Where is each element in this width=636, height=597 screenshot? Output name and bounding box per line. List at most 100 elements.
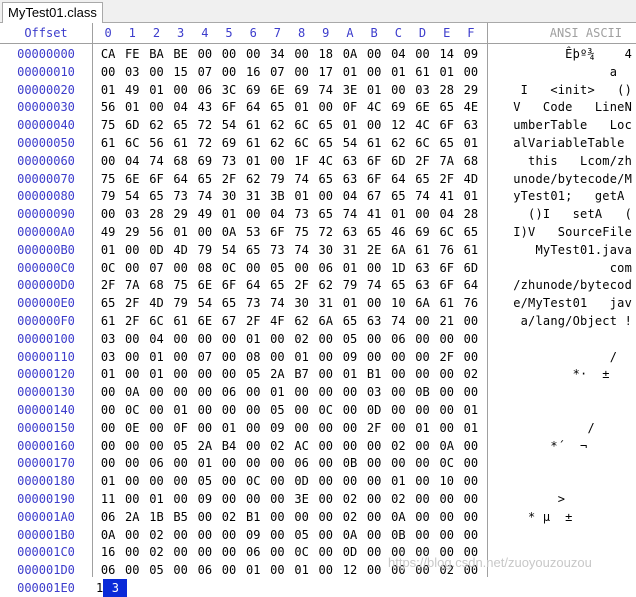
hex-byte[interactable]: 0D	[290, 472, 314, 490]
hex-byte[interactable]: 01	[217, 419, 241, 437]
hex-byte[interactable]: 00	[169, 365, 193, 383]
hex-byte[interactable]: 05	[144, 561, 168, 579]
hex-bytes[interactable]: 79 54 65 73 74 30 31 3B 01 00 04 67 65 74 41 01	[96, 187, 486, 205]
hex-byte[interactable]: 01	[144, 365, 168, 383]
hex-byte[interactable]: 00	[410, 330, 434, 348]
ansi-text[interactable]: com	[492, 259, 632, 277]
hex-byte[interactable]: 06	[290, 454, 314, 472]
hex-byte[interactable]: 2F	[217, 170, 241, 188]
hex-byte[interactable]: 3E	[290, 490, 314, 508]
hex-byte[interactable]: 04	[338, 187, 362, 205]
hex-byte[interactable]: 00	[120, 365, 144, 383]
hex-byte[interactable]: 00	[241, 383, 265, 401]
hex-byte[interactable]: 61	[169, 134, 193, 152]
hex-byte[interactable]: 01	[144, 348, 168, 366]
hex-byte[interactable]: 05	[265, 259, 289, 277]
hex-byte[interactable]: 79	[265, 170, 289, 188]
hex-byte[interactable]: 54	[193, 294, 217, 312]
hex-byte[interactable]: 00	[314, 383, 338, 401]
hex-byte[interactable]: 01	[290, 98, 314, 116]
hex-byte[interactable]: 00	[120, 259, 144, 277]
hex-byte[interactable]: 01	[241, 561, 265, 579]
hex-byte[interactable]: 73	[290, 205, 314, 223]
hex-byte[interactable]: 0B	[338, 454, 362, 472]
hex-byte[interactable]: 4D	[169, 241, 193, 259]
ansi-text[interactable]: a/lang/Object !	[492, 312, 632, 330]
hex-byte[interactable]: 00	[290, 383, 314, 401]
hex-byte[interactable]: 4D	[459, 170, 483, 188]
hex-byte[interactable]: 31	[338, 241, 362, 259]
ansi-text[interactable]: unode/bytecode/M	[492, 170, 632, 188]
hex-byte[interactable]: 2A	[120, 508, 144, 526]
hex-byte[interactable]: 00	[120, 561, 144, 579]
hex-byte[interactable]: 79	[169, 294, 193, 312]
ansi-text[interactable]: yTest01; getA	[492, 187, 632, 205]
hex-byte[interactable]: 00	[144, 401, 168, 419]
hex-byte[interactable]: 72	[314, 223, 338, 241]
hex-byte[interactable]: 10	[435, 472, 459, 490]
hex-byte[interactable]: 63	[410, 259, 434, 277]
hex-byte[interactable]: FE	[120, 45, 144, 63]
hex-byte[interactable]: 09	[265, 419, 289, 437]
hex-bytes[interactable]: 06 2A 1B B5 00 02 B1 00 00 00 02 00 0A 00 00 00	[96, 508, 486, 526]
hex-byte[interactable]: 29	[169, 205, 193, 223]
hex-byte[interactable]: 00	[265, 508, 289, 526]
hex-byte[interactable]: 79	[193, 241, 217, 259]
hex-byte[interactable]: 00	[265, 152, 289, 170]
hex-byte[interactable]: 03	[96, 348, 120, 366]
hex-byte[interactable]: 00	[169, 526, 193, 544]
hex-byte[interactable]: 00	[241, 490, 265, 508]
hex-byte[interactable]: 0D	[362, 401, 386, 419]
hex-byte[interactable]: 6C	[435, 223, 459, 241]
hex-byte[interactable]: 00	[459, 63, 483, 81]
hex-byte[interactable]: 10	[386, 294, 410, 312]
ansi-text[interactable]: * µ ±	[492, 508, 632, 526]
hex-byte[interactable]: 67	[217, 312, 241, 330]
hex-byte[interactable]: 01	[144, 490, 168, 508]
hex-byte[interactable]: 00	[120, 472, 144, 490]
hex-byte[interactable]: 00	[362, 259, 386, 277]
hex-bytes[interactable]: 01 49 01 00 06 3C 69 6E 69 74 3E 01 00 03 28 29	[96, 81, 486, 99]
hex-byte[interactable]: 63	[362, 312, 386, 330]
hex-byte[interactable]: 06	[193, 561, 217, 579]
hex-bytes[interactable]: CA FE BA BE 00 00 00 34 00 18 0A 00 04 00 14 09	[96, 45, 486, 63]
hex-byte[interactable]: 00	[314, 543, 338, 561]
hex-byte[interactable]: 08	[193, 259, 217, 277]
hex-byte[interactable]: 00	[169, 543, 193, 561]
hex-byte[interactable]: 65	[386, 276, 410, 294]
hex-byte[interactable]: 00	[241, 401, 265, 419]
hex-byte[interactable]: 0A	[338, 526, 362, 544]
hex-byte[interactable]: 00	[169, 383, 193, 401]
hex-byte[interactable]: 29	[120, 223, 144, 241]
hex-byte[interactable]: 00	[120, 241, 144, 259]
hex-byte[interactable]: 00	[120, 348, 144, 366]
hex-byte[interactable]: 41	[435, 187, 459, 205]
hex-byte[interactable]: 00	[410, 45, 434, 63]
hex-byte[interactable]: 00	[435, 330, 459, 348]
hex-byte[interactable]: 00	[386, 365, 410, 383]
hex-byte[interactable]: 00	[290, 401, 314, 419]
ansi-text[interactable]: /zhunode/bytecod	[492, 276, 632, 294]
hex-byte[interactable]: 2F	[241, 312, 265, 330]
hex-byte[interactable]: 05	[290, 526, 314, 544]
hex-byte[interactable]: 6C	[290, 116, 314, 134]
hex-byte[interactable]: 00	[314, 365, 338, 383]
hex-byte[interactable]: 01	[96, 365, 120, 383]
hex-byte[interactable]: 74	[144, 152, 168, 170]
hex-byte[interactable]: 0A	[120, 383, 144, 401]
hex-byte[interactable]: 01	[290, 187, 314, 205]
hex-byte[interactable]: 65	[241, 241, 265, 259]
hex-byte[interactable]: 00	[435, 383, 459, 401]
hex-byte[interactable]: 05	[241, 365, 265, 383]
hex-byte[interactable]: 01	[338, 365, 362, 383]
hex-byte[interactable]: 06	[386, 330, 410, 348]
hex-byte[interactable]: 62	[265, 134, 289, 152]
hex-byte[interactable]: 01	[386, 205, 410, 223]
hex-byte[interactable]: 63	[459, 116, 483, 134]
hex-byte[interactable]: 65	[217, 294, 241, 312]
hex-byte[interactable]: 01	[169, 223, 193, 241]
hex-byte[interactable]: 00	[410, 508, 434, 526]
hex-byte[interactable]: 01	[362, 81, 386, 99]
ansi-text[interactable]: *· ±	[492, 365, 632, 383]
hex-byte[interactable]: 0C	[290, 543, 314, 561]
